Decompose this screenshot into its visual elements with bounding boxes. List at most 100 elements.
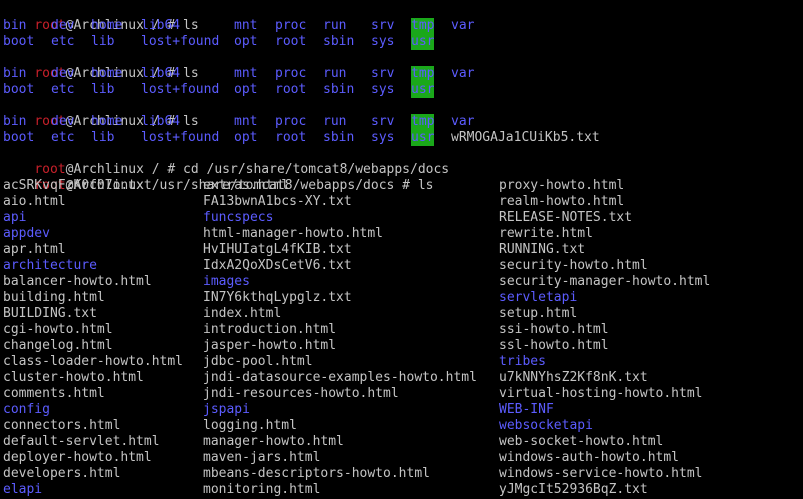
file-entry: HvIHUIatgL4fKIB.txt	[203, 242, 352, 257]
dir-entry: proc	[275, 114, 307, 129]
dir-entry: funcspecs	[203, 210, 274, 225]
dir-entry: lib	[91, 82, 115, 97]
command-text: ls	[183, 114, 199, 129]
file-entry: jndi-datasource-examples-howto.html	[203, 370, 477, 385]
dir-entry: jspapi	[203, 402, 250, 417]
dir-entry: usr	[411, 130, 435, 146]
dir-entry: var	[451, 18, 475, 33]
file-entry: deployer-howto.html	[3, 450, 152, 465]
file-entry: jasper-howto.html	[203, 338, 337, 353]
prompt-line-1: root@Archlinux / # ls	[3, 2, 198, 33]
dir-entry: root	[275, 34, 307, 49]
file-entry: rewrite.html	[499, 226, 593, 241]
file-entry: aio.html	[3, 194, 66, 209]
dir-entry: WEB-INF	[499, 402, 554, 417]
file-entry: web-socket-howto.html	[499, 434, 664, 449]
dir-entry: proc	[275, 18, 307, 33]
file-entry: apr.html	[3, 242, 66, 257]
dir-entry: srv	[371, 18, 395, 33]
terminal-window[interactable]: root@Archlinux / # ls bin dev home lib64 mnt…	[0, 0, 803, 499]
dir-entry: boot	[3, 82, 35, 97]
prompt-line-cd: root@Archlinux / # cd /usr/share/tomcat8…	[3, 146, 449, 177]
dir-entry: home	[91, 18, 123, 33]
dir-entry: lib64	[141, 66, 181, 81]
file-entry: security-howto.html	[499, 258, 648, 273]
file-entry: acSRKvqFzK0f07o.txt	[3, 178, 152, 193]
file-entry: manager-howto.html	[203, 434, 344, 449]
file-entry: ssl-howto.html	[499, 338, 609, 353]
dir-entry: tmp	[411, 114, 435, 130]
dir-entry: tribes	[499, 354, 546, 369]
dir-entry: etc	[51, 82, 75, 97]
command-text: ls	[183, 66, 199, 81]
dir-entry: boot	[3, 130, 35, 145]
dir-entry: etc	[51, 130, 75, 145]
prompt-line-3: root@Archlinux / # ls	[3, 98, 198, 129]
dir-entry: opt	[234, 34, 258, 49]
file-entry: RUNNING.txt	[499, 242, 586, 257]
file-entry: connectors.html	[3, 418, 121, 433]
file-entry: building.html	[3, 290, 105, 305]
file-entry: IN7Y6kthqLypglz.txt	[203, 290, 352, 305]
dir-entry: elapi	[3, 482, 43, 497]
file-entry: monitoring.html	[203, 482, 321, 497]
dir-entry: websocketapi	[499, 418, 593, 433]
dir-entry: usr	[411, 82, 435, 98]
dir-entry: etc	[51, 34, 75, 49]
dir-entry: sys	[371, 130, 395, 145]
file-entry: windows-auth-howto.html	[499, 450, 680, 465]
dir-entry: lost+found	[141, 130, 220, 145]
dir-entry: lost+found	[141, 82, 220, 97]
dir-entry: images	[203, 274, 250, 289]
dir-entry: opt	[234, 82, 258, 97]
dir-entry: root	[275, 82, 307, 97]
dir-entry: lib64	[141, 18, 181, 33]
dir-entry: usr	[411, 34, 435, 50]
file-entry: wRMOGAJa1CUiKb5.txt	[451, 130, 600, 145]
command-text: ls	[183, 18, 199, 33]
file-entry: html-manager-howto.html	[203, 226, 384, 241]
file-entry: ssi-howto.html	[499, 322, 609, 337]
dir-entry: run	[323, 114, 347, 129]
dir-entry: architecture	[3, 258, 97, 273]
dir-entry: mnt	[234, 66, 258, 81]
command-text: ls	[417, 178, 434, 193]
dir-entry: lib	[91, 34, 115, 49]
file-entry: cluster-howto.html	[3, 370, 144, 385]
dir-entry: sbin	[323, 82, 355, 97]
file-entry: maven-jars.html	[203, 450, 321, 465]
file-entry: comments.html	[3, 386, 105, 401]
dir-entry: srv	[371, 66, 395, 81]
file-entry: default-servlet.html	[3, 434, 160, 449]
dir-entry: bin	[3, 114, 27, 129]
file-entry: security-manager-howto.html	[499, 274, 711, 289]
dir-entry: api	[3, 210, 27, 225]
file-entry: u7kNNYhsZ2Kf8nK.txt	[499, 370, 648, 385]
file-entry: jdbc-pool.html	[203, 354, 313, 369]
dir-entry: boot	[3, 34, 35, 49]
dir-entry: root	[275, 130, 307, 145]
dir-entry: home	[91, 66, 123, 81]
file-entry: proxy-howto.html	[499, 178, 625, 193]
dir-entry: sys	[371, 82, 395, 97]
file-entry: realm-howto.html	[499, 194, 625, 209]
prompt-line-docs: root@Archlinux /usr/share/tomcat8/webapp…	[3, 162, 433, 193]
dir-entry: dev	[51, 66, 75, 81]
file-entry: yJMgcIt52936BqZ.txt	[499, 482, 648, 497]
dir-entry: srv	[371, 114, 395, 129]
file-entry: changelog.html	[3, 338, 113, 353]
dir-entry: bin	[3, 66, 27, 81]
dir-entry: lib64	[141, 114, 181, 129]
dir-entry: opt	[234, 130, 258, 145]
file-entry: RELEASE-NOTES.txt	[499, 210, 633, 225]
file-entry: cgi-howto.html	[3, 322, 113, 337]
dir-entry: run	[323, 66, 347, 81]
file-entry: windows-service-howto.html	[499, 466, 703, 481]
dir-entry: appdev	[3, 226, 50, 241]
dir-entry: lost+found	[141, 34, 220, 49]
dir-entry: mnt	[234, 18, 258, 33]
dir-entry: run	[323, 18, 347, 33]
file-entry: setup.html	[499, 306, 578, 321]
dir-entry: dev	[51, 114, 75, 129]
dir-entry: bin	[3, 18, 27, 33]
